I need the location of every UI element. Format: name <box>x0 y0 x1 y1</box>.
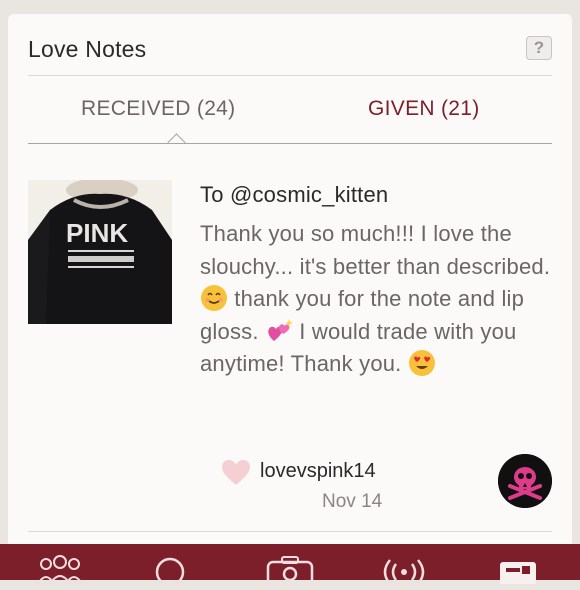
divider <box>28 75 552 76</box>
recipient-line: To @cosmic_kitten <box>200 182 389 207</box>
account-icon[interactable] <box>490 554 550 590</box>
header: Love Notes ? <box>28 34 552 74</box>
bottom-nav <box>0 544 580 590</box>
note-message: Thank you so much!!! I love the slouchy.… <box>200 218 560 381</box>
tab-given-label: GIVEN <box>368 97 435 120</box>
tab-received[interactable]: RECEIVED (24) <box>81 97 235 121</box>
camera-icon[interactable] <box>260 554 320 590</box>
tab-divider <box>28 143 552 144</box>
divider <box>28 531 552 532</box>
message-part-1: Thank you so much!!! I love the slouchy.… <box>200 221 551 279</box>
pink-sweatshirt-image[interactable]: PINK <box>28 180 172 324</box>
tab-bar: RECEIVED (24) GIVEN (21) <box>28 92 552 152</box>
tab-given-count: (21) <box>441 97 480 120</box>
heart-eyes-icon <box>408 349 436 377</box>
thumbnail-brand-text: PINK <box>66 218 128 248</box>
broadcast-icon[interactable] <box>374 554 434 590</box>
tab-received-label: RECEIVED <box>81 97 191 120</box>
tab-given[interactable]: GIVEN (21) <box>368 97 480 121</box>
love-note-item: PINK To @cosmic_kitten Thank you so much… <box>28 180 552 512</box>
smiling-face-icon <box>200 284 228 312</box>
page-title: Love Notes <box>28 36 147 62</box>
help-button[interactable]: ? <box>526 36 552 60</box>
love-notes-card: Love Notes ? RECEIVED (24) GIVEN (21) PI… <box>8 14 572 580</box>
skull-crossbones-icon <box>498 454 552 508</box>
sparkling-hearts-icon <box>265 317 293 345</box>
avatar[interactable] <box>498 454 552 508</box>
search-icon[interactable] <box>140 554 200 590</box>
heart-icon[interactable] <box>222 460 250 486</box>
community-icon[interactable] <box>30 554 90 590</box>
note-author: lovevspink14 Nov 14 <box>222 452 552 512</box>
tab-received-count: (24) <box>196 97 236 120</box>
note-date: Nov 14 <box>322 491 383 512</box>
author-username[interactable]: lovevspink14 <box>260 460 376 483</box>
